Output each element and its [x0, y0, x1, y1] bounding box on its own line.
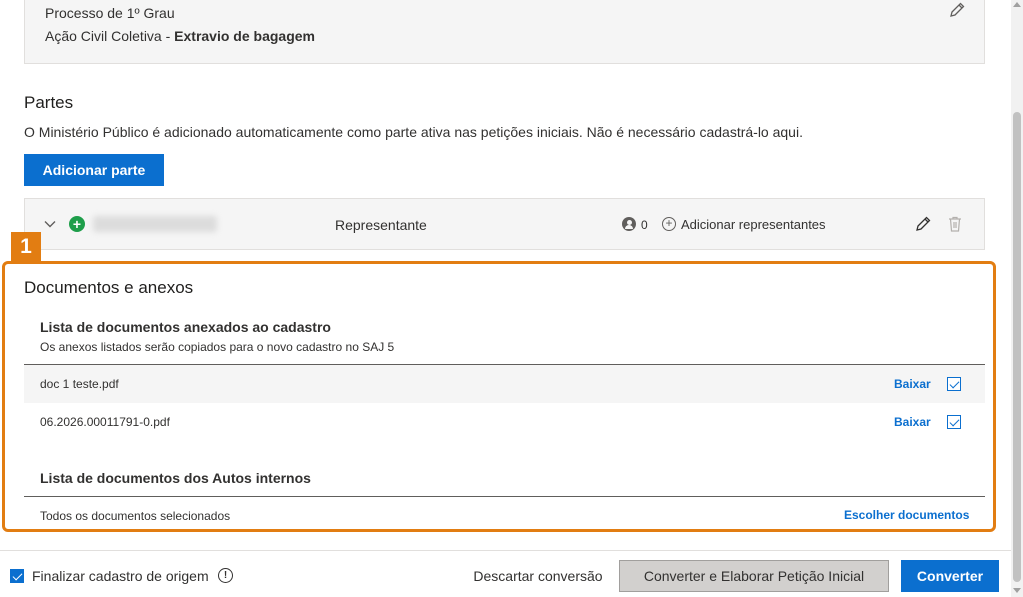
finalize-label: Finalizar cadastro de origem [32, 568, 209, 584]
finalize-checkbox[interactable] [10, 569, 24, 583]
convert-button[interactable]: Converter [901, 560, 999, 592]
process-action-type: Ação Civil Coletiva - [45, 28, 175, 44]
info-icon[interactable]: ! [218, 568, 233, 583]
partes-note: O Ministério Público é adicionado automa… [24, 124, 803, 140]
convert-and-elaborate-button[interactable]: Converter e Elaborar Petição Inicial [619, 560, 889, 592]
scroll-up-arrow-icon[interactable] [1013, 2, 1021, 7]
main-content: Processo de 1º Grau Ação Civil Coletiva … [0, 0, 1011, 550]
edit-process-pencil-icon[interactable] [948, 1, 966, 19]
parte-role: Representante [335, 217, 427, 233]
discard-conversion-button[interactable]: Descartar conversão [462, 560, 614, 592]
edit-parte-pencil-icon[interactable] [914, 215, 932, 233]
trash-icon[interactable] [947, 215, 963, 233]
process-degree: Processo de 1º Grau [45, 5, 175, 21]
process-summary-card: Processo de 1º Grau Ação Civil Coletiva … [24, 0, 985, 64]
parte-row: + Representante 0 + Adicionar representa… [24, 198, 985, 250]
chevron-down-icon[interactable] [43, 217, 57, 231]
scroll-down-arrow-icon[interactable] [1013, 588, 1021, 593]
process-action: Ação Civil Coletiva - Extravio de bagage… [45, 28, 315, 44]
footer-bar: Finalizar cadastro de origem ! Descartar… [0, 550, 1011, 597]
process-action-subject: Extravio de bagagem [174, 28, 315, 44]
add-circle-outline-icon[interactable]: + [662, 217, 676, 231]
add-representatives-link[interactable]: Adicionar representantes [681, 217, 826, 232]
highlight-box [2, 261, 996, 532]
scroll-thumb[interactable] [1013, 112, 1021, 582]
step-badge: 1 [11, 232, 41, 261]
redacted-party-name [93, 216, 217, 232]
representatives-count: 0 [641, 218, 648, 232]
person-icon [622, 217, 636, 231]
add-circle-icon: + [69, 216, 85, 232]
add-parte-button[interactable]: Adicionar parte [24, 154, 164, 186]
vertical-scrollbar[interactable] [1011, 0, 1023, 597]
partes-title: Partes [24, 93, 74, 112]
